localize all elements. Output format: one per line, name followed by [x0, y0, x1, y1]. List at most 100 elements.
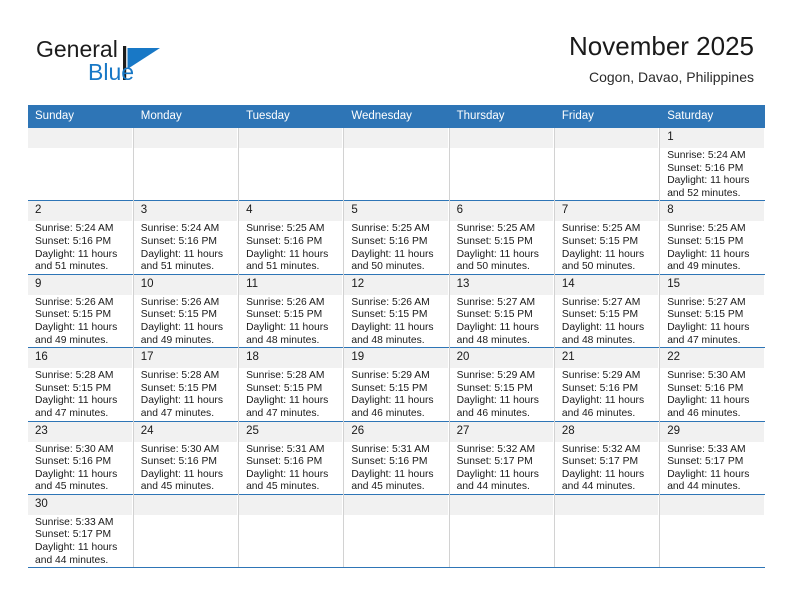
sunset-text: Sunset: 5:15 PM: [140, 309, 217, 321]
calendar-day-cell[interactable]: 15 Sunrise: 5:27 AM Sunset: 5:15 PM Dayligh…: [659, 273, 765, 348]
sunrise-text: Sunrise: 5:28 AM: [35, 370, 114, 382]
daylight-text: and 48 minutes.: [351, 334, 425, 346]
weekday-header-wednesday: Wednesday: [343, 105, 450, 128]
sunset-text: Sunset: 5:16 PM: [351, 456, 428, 468]
day-number: 14: [554, 274, 660, 295]
day-number: 16: [28, 348, 133, 369]
day-details: Sunrise: 5:25 AM Sunset: 5:16 PM Daylight:…: [239, 221, 343, 273]
day-number: 25: [239, 421, 344, 442]
calendar-day-cell[interactable]: 9 Sunrise: 5:26 AM Sunset: 5:15 PM Daylight…: [28, 273, 134, 348]
day-number: 17: [133, 348, 239, 369]
calendar-week-row: 1 Sunrise: 5:24 AM Sunset: 5:16 PM Daylight…: [28, 126, 765, 201]
sunrise-text: Sunrise: 5:26 AM: [351, 296, 430, 308]
day-details: Sunrise: 5:25 AM Sunset: 5:16 PM Daylight:…: [344, 221, 448, 273]
sunset-text: Sunset: 5:15 PM: [667, 235, 744, 247]
daylight-text: Daylight: 11 hours: [35, 248, 118, 260]
brand-logo[interactable]: General Blue: [36, 36, 276, 92]
calendar-day-cell[interactable]: 21 Sunrise: 5:29 AM Sunset: 5:16 PM Dayligh…: [554, 347, 661, 421]
calendar-day-cell[interactable]: 8 Sunrise: 5:25 AM Sunset: 5:15 PM Daylight…: [659, 200, 765, 275]
calendar-day-cell[interactable]: 7 Sunrise: 5:25 AM Sunset: 5:15 PM Daylight…: [554, 200, 661, 275]
day-number: 20: [449, 348, 554, 369]
daylight-text: and 45 minutes.: [35, 481, 109, 493]
day-number: 11: [239, 274, 344, 295]
calendar-day-cell[interactable]: 4 Sunrise: 5:25 AM Sunset: 5:16 PM Daylight…: [238, 200, 345, 275]
sunrise-text: Sunrise: 5:28 AM: [246, 370, 325, 382]
calendar-day-cell[interactable]: 11 Sunrise: 5:26 AM Sunset: 5:15 PM Dayligh…: [238, 273, 345, 348]
sunrise-text: Sunrise: 5:27 AM: [667, 296, 746, 308]
calendar-day-cell[interactable]: 6 Sunrise: 5:25 AM Sunset: 5:15 PM Daylight…: [449, 200, 555, 275]
page-header: General Blue November 2025 Cogon, Davao,…: [0, 0, 792, 100]
day-number: [28, 128, 133, 148]
sunrise-text: Sunrise: 5:27 AM: [561, 296, 641, 308]
calendar-day-cell[interactable]: 30 Sunrise: 5:33 AM Sunset: 5:17 PM Dayligh…: [28, 493, 134, 569]
sunset-text: Sunset: 5:15 PM: [246, 309, 323, 321]
daylight-text: and 49 minutes.: [140, 334, 215, 346]
calendar-day-cell[interactable]: 27 Sunrise: 5:32 AM Sunset: 5:17 PM Dayligh…: [449, 420, 555, 495]
calendar-day-cell[interactable]: 10 Sunrise: 5:26 AM Sunset: 5:15 PM Dayligh…: [133, 273, 240, 348]
calendar-day-cell[interactable]: 1 Sunrise: 5:24 AM Sunset: 5:16 PM Daylight…: [659, 126, 765, 201]
calendar-day-cell[interactable]: 5 Sunrise: 5:25 AM Sunset: 5:16 PM Daylight…: [343, 200, 450, 275]
calendar-day-cell[interactable]: 14 Sunrise: 5:27 AM Sunset: 5:15 PM Dayligh…: [554, 273, 661, 348]
daylight-text: and 44 minutes.: [456, 481, 530, 493]
sunset-text: Sunset: 5:15 PM: [351, 382, 428, 394]
calendar-day-cell[interactable]: 16 Sunrise: 5:28 AM Sunset: 5:15 PM Dayligh…: [28, 347, 134, 421]
title-block: November 2025 Cogon, Davao, Philippines: [569, 30, 754, 86]
sunset-text: Sunset: 5:16 PM: [561, 382, 639, 394]
daylight-text: Daylight: 11 hours: [351, 468, 434, 480]
daylight-text: and 51 minutes.: [140, 261, 215, 273]
sunset-text: Sunset: 5:15 PM: [456, 309, 533, 321]
day-details: Sunrise: 5:24 AM Sunset: 5:16 PM Daylight:…: [134, 221, 238, 273]
daylight-text: and 47 minutes.: [246, 407, 320, 419]
calendar-day-cell[interactable]: 28 Sunrise: 5:32 AM Sunset: 5:17 PM Dayligh…: [554, 420, 661, 495]
day-details: Sunrise: 5:30 AM Sunset: 5:16 PM Daylight:…: [28, 442, 133, 494]
daylight-text: Daylight: 11 hours: [140, 321, 224, 333]
weekday-header-row: Sunday Monday Tuesday Wednesday Thursday…: [28, 105, 765, 128]
calendar-day-cell[interactable]: 3 Sunrise: 5:24 AM Sunset: 5:16 PM Daylight…: [133, 200, 240, 275]
day-details: Sunrise: 5:27 AM Sunset: 5:15 PM Daylight:…: [450, 295, 554, 347]
calendar-day-cell[interactable]: 24 Sunrise: 5:30 AM Sunset: 5:16 PM Dayligh…: [133, 420, 240, 495]
calendar-day-cell[interactable]: 26 Sunrise: 5:31 AM Sunset: 5:16 PM Dayligh…: [343, 420, 450, 495]
calendar-day-cell[interactable]: 25 Sunrise: 5:31 AM Sunset: 5:16 PM Dayligh…: [238, 420, 345, 495]
day-number: 19: [344, 348, 449, 369]
calendar-cell-empty: [238, 126, 345, 201]
sunset-text: Sunset: 5:16 PM: [246, 456, 323, 468]
sunset-text: Sunset: 5:16 PM: [667, 382, 744, 394]
sunrise-text: Sunrise: 5:25 AM: [246, 223, 325, 235]
calendar-cell-empty: [554, 126, 661, 201]
day-details: Sunrise: 5:30 AM Sunset: 5:16 PM Daylight:…: [660, 368, 765, 420]
day-number: [344, 494, 449, 515]
calendar-day-cell[interactable]: 18 Sunrise: 5:28 AM Sunset: 5:15 PM Dayligh…: [238, 347, 345, 421]
calendar-day-cell[interactable]: 19 Sunrise: 5:29 AM Sunset: 5:15 PM Dayligh…: [343, 347, 450, 421]
day-number: [239, 494, 344, 515]
sunrise-text: Sunrise: 5:32 AM: [561, 443, 641, 455]
sunset-text: Sunset: 5:16 PM: [35, 456, 112, 468]
sunset-text: Sunset: 5:15 PM: [456, 235, 533, 247]
day-details: Sunrise: 5:29 AM Sunset: 5:15 PM Daylight:…: [450, 368, 554, 420]
daylight-text: and 51 minutes.: [246, 261, 320, 273]
daylight-text: and 45 minutes.: [351, 481, 425, 493]
sunset-text: Sunset: 5:15 PM: [561, 309, 639, 321]
sunrise-text: Sunrise: 5:24 AM: [140, 223, 220, 235]
weekday-header-thursday: Thursday: [448, 105, 555, 128]
calendar-day-cell[interactable]: 2 Sunrise: 5:24 AM Sunset: 5:16 PM Daylight…: [28, 200, 134, 275]
calendar-day-cell[interactable]: 17 Sunrise: 5:28 AM Sunset: 5:15 PM Dayligh…: [133, 347, 240, 421]
day-number: 29: [660, 421, 765, 442]
calendar-cell-empty: [238, 493, 345, 569]
calendar-day-cell[interactable]: 12 Sunrise: 5:26 AM Sunset: 5:15 PM Dayligh…: [343, 273, 450, 348]
sunset-text: Sunset: 5:15 PM: [246, 382, 323, 394]
calendar-day-cell[interactable]: 23 Sunrise: 5:30 AM Sunset: 5:16 PM Dayligh…: [28, 420, 134, 495]
calendar-day-cell[interactable]: 29 Sunrise: 5:33 AM Sunset: 5:17 PM Dayligh…: [659, 420, 765, 495]
calendar-day-cell[interactable]: 22 Sunrise: 5:30 AM Sunset: 5:16 PM Dayligh…: [659, 347, 765, 421]
calendar-day-cell[interactable]: 20 Sunrise: 5:29 AM Sunset: 5:15 PM Dayligh…: [449, 347, 555, 421]
daylight-text: Daylight: 11 hours: [35, 542, 118, 554]
daylight-text: and 50 minutes.: [456, 261, 530, 273]
daylight-text: Daylight: 11 hours: [351, 321, 434, 333]
calendar-day-cell[interactable]: 13 Sunrise: 5:27 AM Sunset: 5:15 PM Dayligh…: [449, 273, 555, 348]
daylight-text: Daylight: 11 hours: [456, 321, 539, 333]
day-number: 24: [133, 421, 239, 442]
sunset-text: Sunset: 5:15 PM: [35, 309, 112, 321]
calendar-cell-empty: [28, 126, 134, 201]
sunrise-text: Sunrise: 5:30 AM: [35, 443, 114, 455]
day-details: Sunrise: 5:26 AM Sunset: 5:15 PM Daylight:…: [28, 295, 133, 347]
sunrise-text: Sunrise: 5:29 AM: [456, 370, 536, 382]
